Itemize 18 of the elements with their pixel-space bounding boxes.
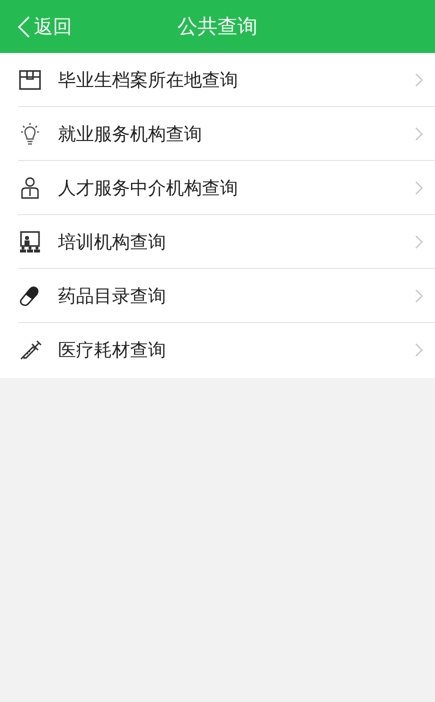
chevron-icon <box>415 234 423 248</box>
chevron-icon <box>415 342 423 356</box>
menu-item[interactable]: 医疗耗材查询 <box>18 323 435 376</box>
lightbulb-icon <box>18 122 42 146</box>
menu-item[interactable]: 毕业生档案所在地查询 <box>18 53 435 107</box>
syringe-icon <box>18 338 42 362</box>
box-icon <box>18 68 42 92</box>
menu-item[interactable]: 就业服务机构查询 <box>18 107 435 161</box>
chevron-icon <box>415 288 423 302</box>
page-title: 公共查询 <box>178 13 258 40</box>
menu-item[interactable]: 人才服务中介机构查询 <box>18 161 435 215</box>
menu-item[interactable]: 药品目录查询 <box>18 269 435 323</box>
chevron-icon <box>415 126 423 140</box>
menu-item[interactable]: 培训机构查询 <box>18 215 435 269</box>
back-icon <box>18 16 30 38</box>
classroom-icon <box>18 230 42 254</box>
chevron-icon <box>415 180 423 194</box>
chevron-icon <box>415 72 423 86</box>
